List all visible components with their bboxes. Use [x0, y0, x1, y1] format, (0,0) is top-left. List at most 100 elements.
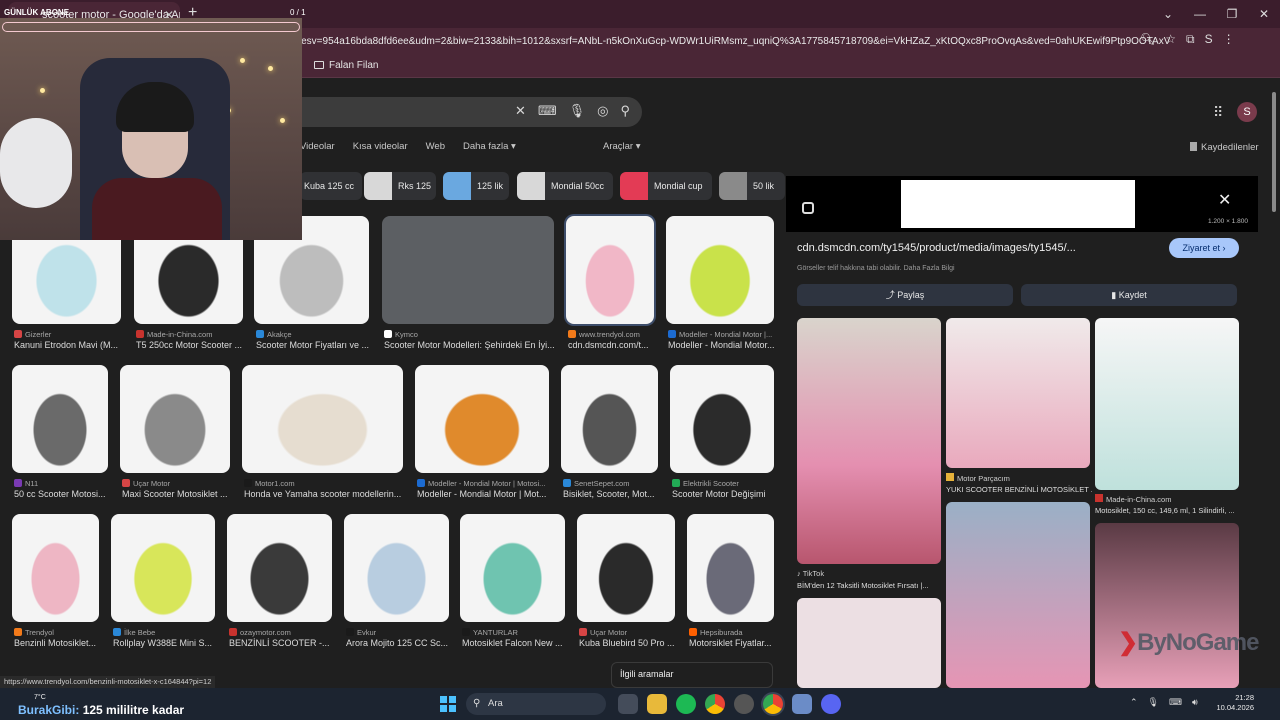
- related-image[interactable]: [797, 318, 941, 564]
- weather-widget[interactable]: 7°C: [34, 694, 46, 701]
- image-result[interactable]: Motor1.com Honda ve Yamaha scooter modell…: [242, 365, 403, 503]
- result-thumbnail[interactable]: [382, 216, 554, 324]
- chip[interactable]: Mondial cup: [620, 172, 712, 200]
- share-button[interactable]: ⤴ Paylaş: [797, 284, 1013, 306]
- close-icon[interactable]: ✕: [1218, 190, 1231, 210]
- lens-icon[interactable]: ◎: [597, 103, 608, 119]
- result-caption[interactable]: Benzinli Motosiklet...: [14, 638, 101, 648]
- related-image[interactable]: [1095, 523, 1239, 688]
- related-searches[interactable]: İlgili aramalar: [611, 662, 773, 688]
- tab-web[interactable]: Web: [426, 141, 445, 152]
- image-result[interactable]: Trendyol Benzinli Motosiklet...: [12, 514, 99, 652]
- address-bar[interactable]: a_esv=954a16bda8dfd6ee&udm=2&biw=2133&bi…: [290, 31, 1170, 53]
- tools-menu[interactable]: Araçlar ▾: [603, 141, 641, 152]
- result-caption[interactable]: 50 cc Scooter Motosi...: [14, 489, 110, 499]
- scrollbar[interactable]: [1270, 80, 1278, 686]
- result-thumbnail[interactable]: [12, 514, 99, 622]
- obs-icon[interactable]: [734, 694, 754, 714]
- image-result[interactable]: Evkur Arora Mojito 125 CC Sc...: [344, 514, 449, 652]
- chip[interactable]: 125 lik: [443, 172, 509, 200]
- result-thumbnail[interactable]: [687, 514, 774, 622]
- tab-more[interactable]: Daha fazla ▾: [463, 141, 516, 152]
- result-thumbnail[interactable]: [415, 365, 549, 473]
- related-caption[interactable]: YUKI SCOOTER BENZİNLİ MOTOSİKLET ...: [946, 485, 1092, 494]
- result-caption[interactable]: Kanuni Etrodon Mavi (M...: [14, 340, 123, 350]
- clock[interactable]: 21:28 10.04.2026: [1214, 693, 1254, 713]
- zoom-icon[interactable]: 🔍︎: [1140, 32, 1155, 47]
- image-result[interactable]: www.trendyol.com cdn.dsmcdn.com/t...: [566, 216, 654, 354]
- result-caption[interactable]: T5 250cc Motor Scooter ...: [136, 340, 245, 350]
- lens-search-icon[interactable]: [802, 202, 814, 214]
- result-caption[interactable]: Arora Mojito 125 CC Sc...: [346, 638, 451, 648]
- result-thumbnail[interactable]: [666, 216, 774, 324]
- result-thumbnail[interactable]: [242, 365, 403, 473]
- close-window-icon[interactable]: ✕: [1248, 0, 1280, 28]
- result-caption[interactable]: Modeller - Mondial Motor | Mot...: [417, 489, 551, 499]
- save-button[interactable]: ▮ Kaydet: [1021, 284, 1237, 306]
- result-thumbnail[interactable]: [577, 514, 675, 622]
- result-caption[interactable]: Motosiklet Falcon New ...: [462, 638, 567, 648]
- result-thumbnail[interactable]: [561, 365, 658, 473]
- tab-search-icon[interactable]: ⌄: [1152, 0, 1184, 28]
- result-caption[interactable]: Scooter Motor Fiyatları ve ...: [256, 340, 371, 350]
- image-result[interactable]: Uçar Motor Kuba Bluebird 50 Pro ...: [577, 514, 675, 652]
- related-caption[interactable]: Motosiklet, 150 cc, 149,6 ml, 1 Silindir…: [1095, 506, 1241, 515]
- image-result[interactable]: SenetSepet.com Bisiklet, Scooter, Mot...: [561, 365, 658, 503]
- image-result[interactable]: Modeller - Mondial Motor | Motosi... Mode…: [415, 365, 549, 503]
- result-caption[interactable]: Scooter Motor Modelleri: Şehirdeki En İy…: [384, 340, 556, 350]
- image-result[interactable]: Hepsiburada Motorsiklet Fiyatlar...: [687, 514, 774, 652]
- result-caption[interactable]: Motorsiklet Fiyatlar...: [689, 638, 776, 648]
- result-thumbnail[interactable]: [12, 365, 108, 473]
- saved-link[interactable]: Kaydedilenler: [1190, 142, 1259, 153]
- network-icon[interactable]: ⌨: [1169, 697, 1182, 708]
- minimize-icon[interactable]: —: [1184, 0, 1216, 28]
- preview-image[interactable]: ✕ 1.200 × 1.800: [786, 176, 1258, 232]
- image-result[interactable]: Modeller - Mondial Motor |... Modeller - …: [666, 216, 776, 354]
- image-result[interactable]: Kymco Scooter Motor Modelleri: Şehirdeki …: [382, 216, 556, 354]
- task-view-icon[interactable]: [618, 694, 638, 714]
- discord-icon[interactable]: [821, 694, 841, 714]
- image-result[interactable]: ozaymotor.com BENZİNLİ SCOOTER -...: [227, 514, 332, 652]
- related-caption[interactable]: BİM'den 12 Taksitli Motosiklet Fırsatı |…: [797, 581, 943, 590]
- result-thumbnail[interactable]: [344, 514, 449, 622]
- chip[interactable]: Rks 125: [364, 172, 436, 200]
- chip[interactable]: Mondial 50cc: [517, 172, 613, 200]
- result-thumbnail[interactable]: [227, 514, 332, 622]
- search-input[interactable]: ✕ ⌨ 🎙︎ ◎ ⚲: [300, 97, 642, 127]
- result-thumbnail[interactable]: [670, 365, 774, 473]
- keyboard-icon[interactable]: ⌨: [538, 103, 557, 119]
- result-caption[interactable]: Honda ve Yamaha scooter modellerin...: [244, 489, 405, 499]
- app-icon[interactable]: [792, 694, 812, 714]
- result-caption[interactable]: Rollplay W388E Mini S...: [113, 638, 217, 648]
- scrollbar-thumb[interactable]: [1272, 92, 1276, 212]
- chevron-up-icon[interactable]: ⌃: [1130, 697, 1138, 708]
- apps-grid-icon[interactable]: ⠿: [1213, 104, 1223, 121]
- chip[interactable]: Kuba 125 cc: [300, 172, 362, 200]
- extensions-icon[interactable]: ⧉: [1186, 32, 1195, 47]
- result-caption[interactable]: Bisiklet, Scooter, Mot...: [563, 489, 660, 499]
- related-image[interactable]: [946, 318, 1090, 468]
- avatar[interactable]: S: [1237, 102, 1257, 122]
- result-caption[interactable]: Scooter Motor Değişimi: [672, 489, 776, 499]
- result-caption[interactable]: Maxi Scooter Motosiklet ...: [122, 489, 232, 499]
- result-caption[interactable]: Kuba Bluebird 50 Pro ...: [579, 638, 677, 648]
- preview-url[interactable]: cdn.dsmcdn.com/ty1545/product/media/imag…: [797, 242, 1076, 254]
- result-thumbnail[interactable]: [111, 514, 215, 622]
- result-thumbnail[interactable]: [566, 216, 654, 324]
- result-caption[interactable]: cdn.dsmcdn.com/t...: [568, 340, 656, 350]
- microphone-icon[interactable]: 🎙︎: [1148, 697, 1159, 708]
- tab-videos[interactable]: Videolar: [300, 141, 335, 152]
- spotify-icon[interactable]: [676, 694, 696, 714]
- taskbar-search[interactable]: ⚲ Ara: [466, 693, 606, 715]
- result-caption[interactable]: Modeller - Mondial Motor...: [668, 340, 776, 350]
- result-caption[interactable]: BENZİNLİ SCOOTER -...: [229, 638, 334, 648]
- image-result[interactable]: Uçar Motor Maxi Scooter Motosiklet ...: [120, 365, 230, 503]
- file-explorer-icon[interactable]: [647, 694, 667, 714]
- tab-short-videos[interactable]: Kısa videolar: [353, 141, 408, 152]
- image-result[interactable]: Elektrikli Scooter Scooter Motor Değişimi: [670, 365, 774, 503]
- image-result[interactable]: YANTURLAR Motosiklet Falcon New ...: [460, 514, 565, 652]
- chrome-active-icon[interactable]: [763, 694, 783, 714]
- volume-icon[interactable]: 🔊︎: [1192, 697, 1198, 708]
- clear-icon[interactable]: ✕: [515, 103, 526, 119]
- start-menu-icon[interactable]: [440, 696, 456, 712]
